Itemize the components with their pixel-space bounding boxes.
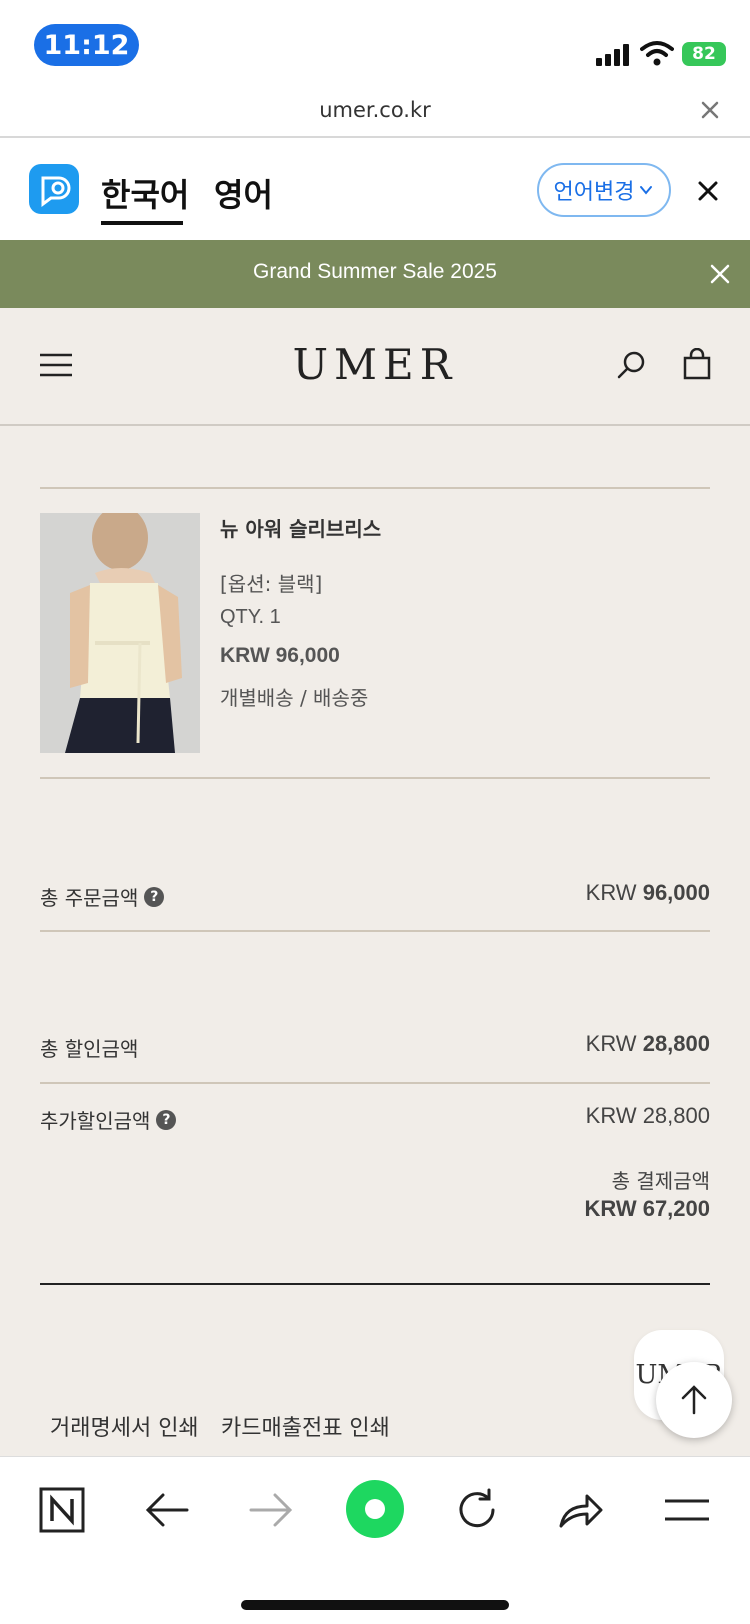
papago-logo-icon bbox=[29, 164, 79, 214]
order-total-label-text: 총 주문금액 bbox=[40, 886, 139, 910]
close-icon[interactable] bbox=[697, 180, 719, 202]
divider bbox=[40, 1283, 710, 1285]
change-language-label: 언어변경 bbox=[553, 180, 635, 205]
order-total-label: 총 주문금액 ? bbox=[40, 882, 165, 911]
extra-discount-label: 추가할인금액 ? bbox=[40, 1105, 177, 1134]
battery-level: 82 bbox=[692, 44, 716, 64]
shipping-status: 개별배송 / 배송중 bbox=[220, 686, 369, 710]
cellular-signal-icon bbox=[596, 44, 629, 66]
refresh-icon[interactable] bbox=[452, 1485, 502, 1535]
browser-bottom-bar bbox=[0, 1456, 750, 1624]
order-total-currency: KRW bbox=[585, 880, 637, 905]
discount-total-value: KRW 28,800 bbox=[586, 1031, 710, 1057]
product-price: KRW 96,000 bbox=[220, 644, 340, 667]
arrow-up-icon bbox=[681, 1385, 707, 1415]
print-receipt-link[interactable]: 카드매출전표 인쇄 bbox=[221, 1410, 390, 1442]
wifi-icon bbox=[640, 41, 674, 66]
shopping-bag-icon[interactable] bbox=[683, 348, 711, 380]
close-icon[interactable] bbox=[700, 100, 720, 120]
discount-total-label-text: 총 할인금액 bbox=[40, 1037, 139, 1061]
translate-bar: 한국어 영어 언어변경 bbox=[0, 138, 750, 240]
promo-text: Grand Summer Sale 2025 bbox=[253, 260, 497, 283]
divider bbox=[40, 487, 710, 489]
promo-banner: Grand Summer Sale 2025 bbox=[0, 240, 750, 308]
url-bar[interactable]: umer.co.kr bbox=[0, 90, 750, 138]
product-quantity: QTY. 1 bbox=[220, 606, 281, 628]
payment-total-value: KRW 67,200 bbox=[584, 1196, 710, 1221]
share-icon[interactable] bbox=[556, 1485, 606, 1535]
order-total-value: KRW 96,000 bbox=[586, 880, 710, 906]
forward-arrow-icon[interactable] bbox=[246, 1485, 296, 1535]
search-icon[interactable] bbox=[616, 350, 646, 380]
extra-discount-label-text: 추가할인금액 bbox=[40, 1109, 151, 1133]
product-option: [옵션: 블랙] bbox=[220, 572, 323, 596]
tab-korean[interactable]: 한국어 bbox=[101, 170, 189, 216]
url-text[interactable]: umer.co.kr bbox=[0, 98, 750, 122]
home-indicator bbox=[241, 1600, 509, 1610]
scroll-to-top-button[interactable] bbox=[656, 1362, 732, 1438]
battery-icon: 82 bbox=[682, 42, 726, 66]
payment-total-label: 총 결제금액 bbox=[611, 1169, 710, 1193]
help-icon[interactable]: ? bbox=[144, 886, 165, 907]
menu-icon[interactable] bbox=[662, 1485, 712, 1535]
order-total-amount: 96,000 bbox=[642, 880, 710, 905]
print-statement-link[interactable]: 거래명세서 인쇄 bbox=[50, 1410, 199, 1442]
divider bbox=[40, 930, 710, 932]
naver-home-icon[interactable] bbox=[37, 1485, 87, 1535]
product-name[interactable]: 뉴 아워 슬리브리스 bbox=[220, 513, 381, 542]
chevron-down-icon bbox=[640, 186, 653, 195]
back-arrow-icon[interactable] bbox=[142, 1485, 192, 1535]
divider bbox=[40, 777, 710, 779]
close-icon[interactable] bbox=[710, 264, 730, 284]
tab-english[interactable]: 영어 bbox=[214, 170, 273, 216]
extra-discount-value: KRW 28,800 bbox=[585, 1103, 710, 1128]
tab-active-indicator bbox=[101, 221, 183, 225]
status-bar: 11:12 82 bbox=[0, 0, 750, 90]
site-header: UMER bbox=[0, 308, 750, 426]
product-image[interactable] bbox=[40, 513, 200, 753]
green-dot-home-button[interactable] bbox=[345, 1479, 405, 1539]
discount-currency: KRW bbox=[585, 1031, 637, 1056]
divider bbox=[40, 1082, 710, 1084]
help-icon[interactable]: ? bbox=[156, 1109, 177, 1130]
discount-total-label: 총 할인금액 bbox=[40, 1033, 138, 1062]
status-time: 11:12 bbox=[34, 24, 139, 66]
change-language-button[interactable]: 언어변경 bbox=[537, 163, 671, 217]
discount-amount: 28,800 bbox=[642, 1031, 710, 1056]
